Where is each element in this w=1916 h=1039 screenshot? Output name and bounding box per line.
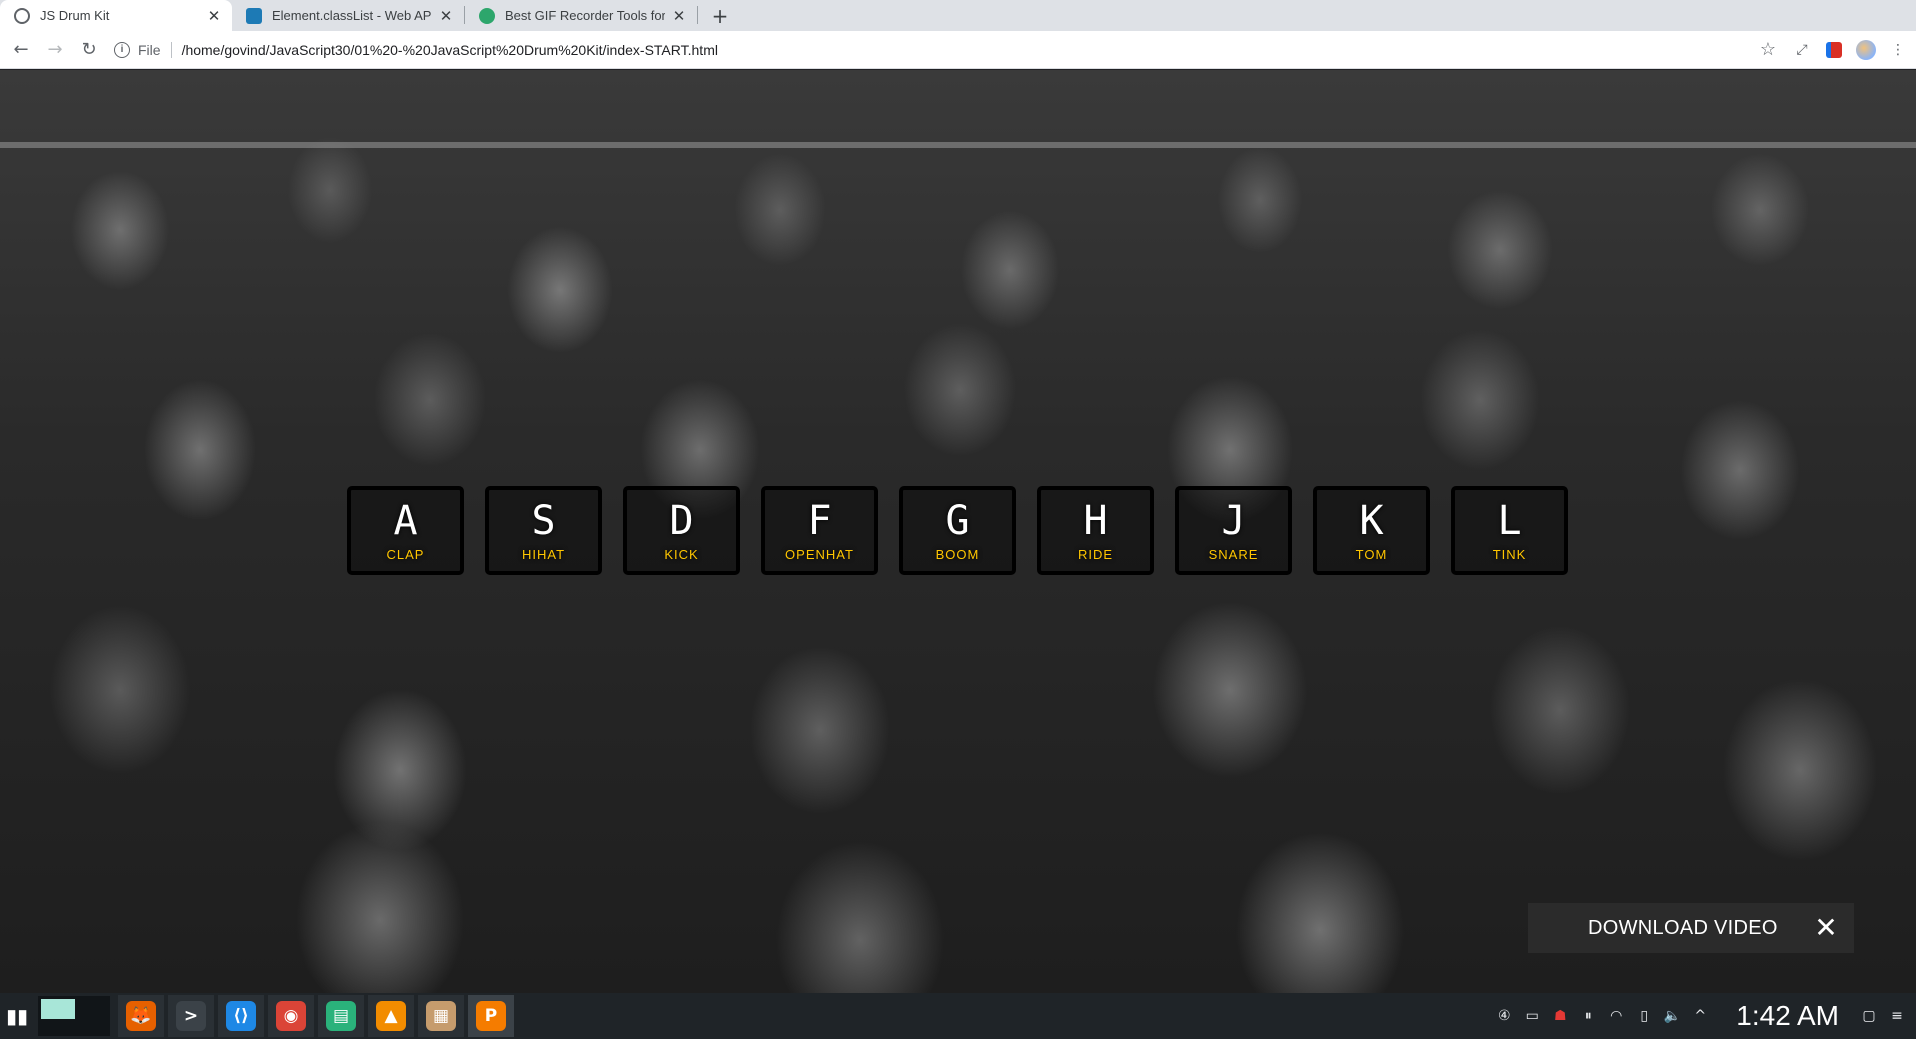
profile-avatar[interactable] bbox=[1852, 36, 1880, 64]
chrome-app-button[interactable]: ◉ bbox=[268, 995, 314, 1037]
close-icon[interactable]: ✕ bbox=[1812, 914, 1840, 942]
download-video-label[interactable]: DOWNLOAD VIDEO bbox=[1588, 917, 1778, 940]
key-sound: ride bbox=[1077, 547, 1114, 562]
close-tab-icon[interactable]: ✕ bbox=[671, 7, 687, 25]
drum-key-d[interactable]: D kick bbox=[623, 486, 740, 575]
key-sound: kick bbox=[664, 547, 699, 562]
key-letter: J bbox=[1221, 498, 1246, 544]
key-sound: openhat bbox=[785, 547, 854, 562]
background-rail bbox=[0, 142, 1916, 148]
drum-key-s[interactable]: S hihat bbox=[485, 486, 602, 575]
chrome-app-icon: ◉ bbox=[276, 1001, 306, 1031]
key-letter: A bbox=[393, 498, 418, 544]
battery-icon[interactable]: ▭ bbox=[1519, 1003, 1545, 1029]
address-scheme-label: File bbox=[138, 41, 161, 58]
extension-red-icon[interactable] bbox=[1820, 36, 1848, 64]
app-p-button[interactable]: P bbox=[468, 995, 514, 1037]
tab-js-drum-kit[interactable]: JS Drum Kit ✕ bbox=[0, 0, 232, 31]
vscode-app-icon: ⟨⟩ bbox=[226, 1001, 256, 1031]
vlc-app-button[interactable]: ▲ bbox=[368, 995, 414, 1037]
tab-element-classlist[interactable]: Element.classList - Web APIs ✕ bbox=[232, 0, 464, 31]
forward-arrow-icon[interactable]: → bbox=[38, 33, 72, 67]
terminal-app-icon: > bbox=[176, 1001, 206, 1031]
browser-toolbar: ← → ↻ i File /home/govind/JavaScript30/0… bbox=[0, 31, 1916, 69]
tab-title: JS Drum Kit bbox=[40, 8, 110, 23]
key-letter: D bbox=[669, 498, 694, 544]
menu-kebab-icon[interactable]: ⋮ bbox=[1884, 36, 1912, 64]
mdn-icon bbox=[246, 7, 262, 24]
archive-app-button[interactable]: ▦ bbox=[418, 995, 464, 1037]
key-sound: hihat bbox=[521, 547, 566, 562]
terminal-app-button[interactable]: > bbox=[168, 995, 214, 1037]
key-sound: tom bbox=[1355, 547, 1388, 562]
key-letter: S bbox=[531, 498, 556, 544]
new-tab-button[interactable]: + bbox=[706, 0, 734, 31]
bookmark-star-icon[interactable]: ☆ bbox=[1760, 39, 1776, 60]
files-app-button[interactable]: ▤ bbox=[318, 995, 364, 1037]
globe-icon bbox=[14, 7, 30, 24]
tab-strip: JS Drum Kit ✕ Element.classList - Web AP… bbox=[0, 0, 1916, 31]
taskbar: ▮▮ 🦊 > ⟨⟩ ◉ ▤ ▲ ▦ P ④ ▭ ☗ ⏸ ◠ ▯ 🔈 ^ 1:42 AM ▢ ≡ bbox=[0, 993, 1916, 1039]
desktop-pager[interactable] bbox=[38, 996, 110, 1036]
address-bar[interactable]: i File /home/govind/JavaScript30/01%20-%… bbox=[114, 35, 1776, 65]
drum-key-j[interactable]: J snare bbox=[1175, 486, 1292, 575]
tab-title: Element.classList - Web APIs bbox=[272, 8, 432, 23]
key-sound: boom bbox=[935, 547, 980, 562]
drum-key-h[interactable]: H ride bbox=[1037, 486, 1154, 575]
archive-app-icon: ▦ bbox=[426, 1001, 456, 1031]
download-video-bar[interactable]: DOWNLOAD VIDEO ✕ bbox=[1528, 903, 1854, 953]
clipboard-icon[interactable]: ▯ bbox=[1631, 1003, 1657, 1029]
close-tab-icon[interactable]: ✕ bbox=[438, 7, 454, 25]
page-background: A clap S hihat D kick F openhat G boom H… bbox=[0, 70, 1916, 993]
key-letter: G bbox=[945, 498, 970, 544]
drum-key-g[interactable]: G boom bbox=[899, 486, 1016, 575]
drum-key-f[interactable]: F openhat bbox=[761, 486, 878, 575]
key-sound: snare bbox=[1208, 547, 1259, 562]
key-sound: tink bbox=[1492, 547, 1527, 562]
info-icon[interactable]: i bbox=[114, 41, 130, 58]
pause-icon[interactable]: ⏸ bbox=[1575, 1003, 1601, 1029]
notification-count-icon[interactable]: ④ bbox=[1491, 1003, 1517, 1029]
tab-divider bbox=[697, 6, 698, 24]
key-sound: clap bbox=[386, 547, 425, 562]
drum-key-l[interactable]: L tink bbox=[1451, 486, 1568, 575]
key-letter: H bbox=[1083, 498, 1108, 544]
back-arrow-icon[interactable]: ← bbox=[4, 33, 38, 67]
app-launcher-icon[interactable]: ▮▮ bbox=[0, 993, 34, 1039]
drum-key-k[interactable]: K tom bbox=[1313, 486, 1430, 575]
site-icon bbox=[479, 7, 495, 24]
volume-icon[interactable]: 🔈 bbox=[1659, 1003, 1685, 1029]
show-desktop-icon[interactable]: ▢ bbox=[1856, 1003, 1882, 1029]
files-app-icon: ▤ bbox=[326, 1001, 356, 1031]
key-letter: K bbox=[1359, 498, 1384, 544]
pager-window bbox=[41, 999, 75, 1019]
app-p-icon: P bbox=[476, 1001, 506, 1031]
key-letter: F bbox=[807, 498, 832, 544]
clock[interactable]: 1:42 AM bbox=[1736, 1000, 1839, 1032]
vscode-app-button[interactable]: ⟨⟩ bbox=[218, 995, 264, 1037]
close-tab-icon[interactable]: ✕ bbox=[206, 7, 222, 25]
key-letter: L bbox=[1497, 498, 1522, 544]
system-tray: ④ ▭ ☗ ⏸ ◠ ▯ 🔈 ^ 1:42 AM ▢ ≡ bbox=[1490, 993, 1916, 1039]
address-divider bbox=[170, 41, 172, 58]
vlc-app-icon: ▲ bbox=[376, 1001, 406, 1031]
panel-settings-icon[interactable]: ≡ bbox=[1884, 1003, 1910, 1029]
address-url[interactable]: /home/govind/JavaScript30/01%20-%20JavaS… bbox=[182, 42, 1750, 58]
reload-icon[interactable]: ↻ bbox=[72, 33, 106, 67]
extension-cast-icon[interactable]: ⤢ bbox=[1788, 36, 1816, 64]
tab-title: Best GIF Recorder Tools for Li bbox=[505, 8, 665, 23]
firefox-app-button[interactable]: 🦊 bbox=[118, 995, 164, 1037]
tab-gif-recorder[interactable]: Best GIF Recorder Tools for Li ✕ bbox=[465, 0, 697, 31]
ghost-icon[interactable]: ☗ bbox=[1547, 1003, 1573, 1029]
chevron-up-icon[interactable]: ^ bbox=[1687, 1003, 1713, 1029]
drum-key-a[interactable]: A clap bbox=[347, 486, 464, 575]
drum-keys: A clap S hihat D kick F openhat G boom H… bbox=[347, 486, 1568, 575]
wifi-icon[interactable]: ◠ bbox=[1603, 1003, 1629, 1029]
firefox-app-icon: 🦊 bbox=[126, 1001, 156, 1031]
taskbar-apps: 🦊 > ⟨⟩ ◉ ▤ ▲ ▦ P bbox=[114, 995, 514, 1037]
